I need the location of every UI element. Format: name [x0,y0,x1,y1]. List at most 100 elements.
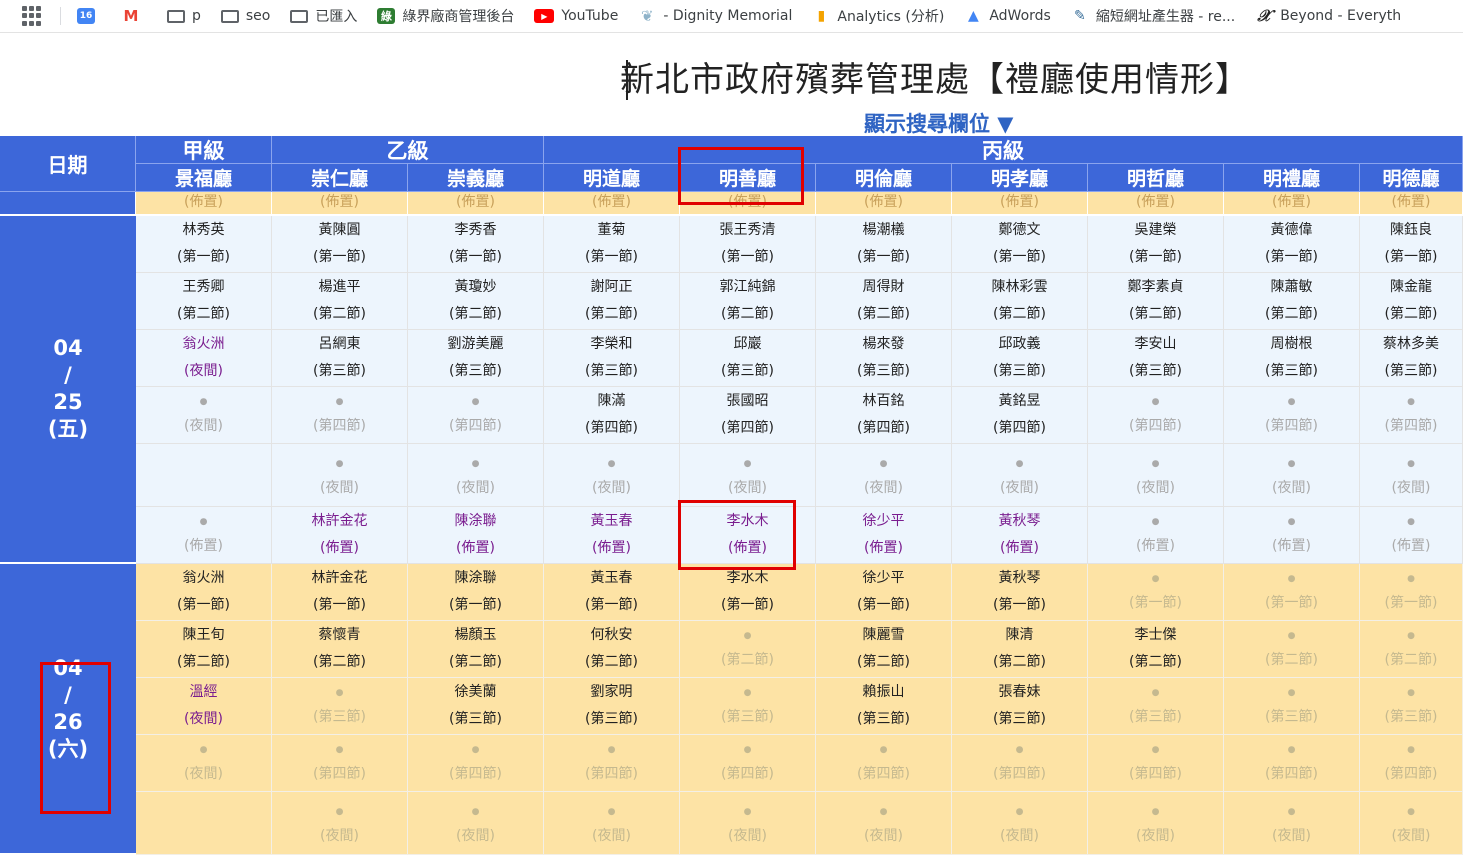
booking-cell[interactable]: 呂網東 (第三節) [272,330,408,387]
booking-cell[interactable]: ● (第四節) [408,735,544,792]
hall-header[interactable]: 明孝廳 [952,164,1088,192]
booking-cell[interactable]: 陳蕭敏 (第二節) [1224,273,1360,330]
booking-cell[interactable]: ● (夜間) [816,444,952,507]
booking-cell[interactable]: ● (夜間) [1088,444,1224,507]
booking-cell[interactable]: 邱政義 (第三節) [952,330,1088,387]
booking-cell[interactable]: ● (第四節) [1360,387,1463,444]
booking-cell[interactable]: ● (第二節) [1224,621,1360,678]
booking-cell[interactable]: 溫經 (夜間) [136,678,272,735]
booking-cell[interactable]: ● (第四節) [272,387,408,444]
booking-cell[interactable]: ● (夜間) [1088,792,1224,855]
booking-cell[interactable]: ● (第三節) [680,678,816,735]
booking-cell[interactable]: ● (第四節) [1360,735,1463,792]
booking-cell[interactable]: 陳麗雪 (第二節) [816,621,952,678]
hall-header[interactable]: 明倫廳 [816,164,952,192]
booking-cell[interactable]: 黃陳圓 (第一節) [272,216,408,273]
booking-cell[interactable]: 何秋安 (第二節) [544,621,680,678]
bookmark-item[interactable]: 𝒳 Beyond - Everyth [1255,6,1401,25]
booking-cell[interactable]: ● (夜間) [1360,444,1463,507]
booking-cell[interactable]: 劉游美麗 (第三節) [408,330,544,387]
booking-cell[interactable]: 吳建榮 (第一節) [1088,216,1224,273]
apps-grid-icon[interactable] [22,6,42,26]
booking-cell[interactable]: 林百銘 (第四節) [816,387,952,444]
bookmark-item[interactable]: ▮ Analytics (分析) [812,6,944,26]
booking-cell[interactable]: ● (夜間) [1224,792,1360,855]
booking-cell[interactable]: 李安山 (第三節) [1088,330,1224,387]
hall-header[interactable]: 崇仁廳 [272,164,408,192]
booking-cell[interactable]: 鄭德文 (第一節) [952,216,1088,273]
booking-cell[interactable]: ● (夜間) [272,792,408,855]
booking-cell[interactable]: 董菊 (第一節) [544,216,680,273]
booking-cell[interactable]: 賴振山 (第三節) [816,678,952,735]
booking-cell[interactable]: ● (夜間) [816,792,952,855]
booking-cell[interactable]: 張國昭 (第四節) [680,387,816,444]
bookmark-item[interactable]: 綠綠界廠商管理後台 [377,6,514,26]
hall-header[interactable]: 明道廳 [544,164,680,192]
bookmark-item[interactable]: 已匯入 [290,6,357,26]
booking-cell[interactable]: 郭江純錦 (第二節) [680,273,816,330]
booking-cell[interactable]: ● (夜間) [952,792,1088,855]
booking-cell[interactable]: 李水木 (佈置) [680,507,816,564]
booking-cell[interactable]: 楊進平 (第二節) [272,273,408,330]
bookmark-item[interactable]: p [167,8,201,24]
booking-cell[interactable]: ● (佈置) [1088,507,1224,564]
booking-cell[interactable]: ● (夜間) [680,792,816,855]
booking-cell[interactable]: ● (夜間) [952,444,1088,507]
booking-cell[interactable]: ● (第四節) [1224,387,1360,444]
booking-cell[interactable]: ● (夜間) [136,387,272,444]
booking-cell[interactable]: 蔡林多美 (第三節) [1360,330,1463,387]
booking-cell[interactable]: 黃玉春 (佈置) [544,507,680,564]
booking-cell[interactable]: ● (第三節) [1360,678,1463,735]
booking-cell[interactable]: 林許金花 (第一節) [272,564,408,621]
booking-cell[interactable]: 陳王旬 (第二節) [136,621,272,678]
booking-cell[interactable]: 林許金花 (佈置) [272,507,408,564]
hall-header[interactable]: 明德廳 [1360,164,1463,192]
booking-cell[interactable]: ● (第四節) [408,387,544,444]
bookmark-item[interactable]: 16 [77,8,102,24]
booking-cell[interactable]: 徐少平 (第一節) [816,564,952,621]
booking-cell[interactable]: ● (佈置) [1360,507,1463,564]
booking-cell[interactable]: ● (第三節) [1088,678,1224,735]
booking-cell[interactable]: 陳滿 (第四節) [544,387,680,444]
booking-cell[interactable]: ● (夜間) [544,792,680,855]
booking-cell[interactable]: ● (第二節) [680,621,816,678]
booking-cell[interactable]: ● (第四節) [680,735,816,792]
booking-cell[interactable]: 王秀卿 (第二節) [136,273,272,330]
booking-cell[interactable]: ● (夜間) [272,444,408,507]
hall-header[interactable]: 明善廳 [680,164,816,192]
booking-cell[interactable]: ● (第三節) [272,678,408,735]
booking-cell[interactable]: 陳涂聯 (第一節) [408,564,544,621]
booking-cell[interactable]: 周得財 (第二節) [816,273,952,330]
booking-cell[interactable]: ● (夜間) [408,792,544,855]
booking-cell[interactable]: 李水木 (第一節) [680,564,816,621]
booking-cell[interactable]: ● (第四節) [816,735,952,792]
show-search-fields-toggle[interactable]: 顯示搜尋欄位 ▼ [864,108,1013,138]
booking-cell[interactable]: 翁火洲 (夜間) [136,330,272,387]
booking-cell[interactable]: 陳清 (第二節) [952,621,1088,678]
booking-cell[interactable]: 張春妹 (第三節) [952,678,1088,735]
booking-cell[interactable]: 李士傑 (第二節) [1088,621,1224,678]
booking-cell[interactable]: 陳林彩雲 (第二節) [952,273,1088,330]
bookmark-item[interactable]: ▲ AdWords [964,8,1051,24]
booking-cell[interactable]: 徐少平 (佈置) [816,507,952,564]
booking-cell[interactable]: 黃秋琴 (佈置) [952,507,1088,564]
booking-cell[interactable]: 林秀英 (第一節) [136,216,272,273]
booking-cell[interactable]: ● (夜間) [1224,444,1360,507]
booking-cell[interactable]: ● (夜間) [1360,792,1463,855]
bookmark-item[interactable]: ✎ 縮短網址產生器 - re... [1070,6,1235,26]
booking-cell[interactable]: ● (第三節) [1224,678,1360,735]
booking-cell[interactable]: 徐美蘭 (第三節) [408,678,544,735]
booking-cell[interactable]: ● (第一節) [1360,564,1463,621]
booking-cell[interactable]: ● (第一節) [1224,564,1360,621]
booking-cell[interactable]: 黃瓊妙 (第二節) [408,273,544,330]
booking-cell[interactable]: 黃銘昱 (第四節) [952,387,1088,444]
booking-cell[interactable]: ● (第二節) [1360,621,1463,678]
booking-cell[interactable]: ● (第四節) [952,735,1088,792]
booking-cell[interactable]: 劉家明 (第三節) [544,678,680,735]
booking-cell[interactable]: ● (夜間) [680,444,816,507]
booking-cell[interactable]: 黃玉春 (第一節) [544,564,680,621]
bookmark-item[interactable]: ❦ - Dignity Memorial [638,7,792,25]
hall-header[interactable]: 明哲廳 [1088,164,1224,192]
booking-cell[interactable]: 陳涂聯 (佈置) [408,507,544,564]
booking-cell[interactable]: ● (第一節) [1088,564,1224,621]
